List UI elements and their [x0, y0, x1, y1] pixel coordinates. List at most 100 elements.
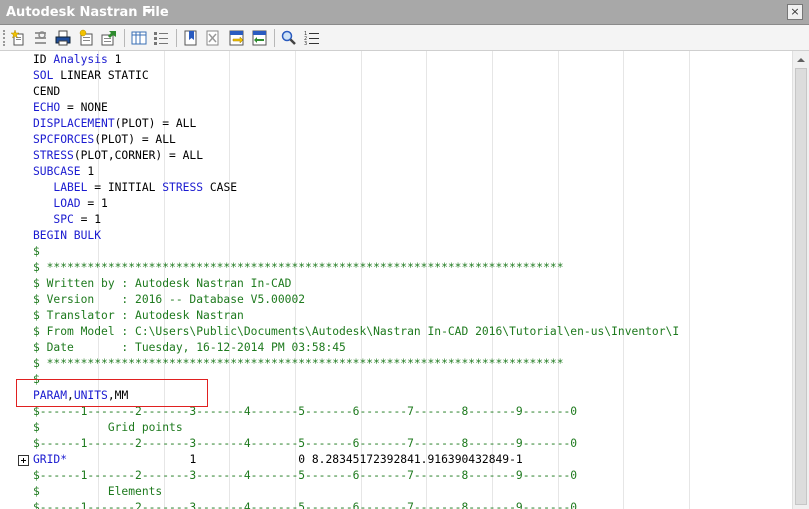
- import-button[interactable]: [77, 28, 97, 48]
- code-line: $ Written by : Autodesk Nastran In-CAD: [33, 276, 291, 292]
- close-button[interactable]: ×: [787, 4, 803, 20]
- goto-previous-button[interactable]: [227, 28, 247, 48]
- code-line: GRID* 1 0 8.28345172392841.916390432849-…: [33, 452, 523, 468]
- nastran-text-editor[interactable]: ID Analysis 1 SOL LINEAR STATIC CEND ECHO =…: [0, 51, 792, 509]
- code-token: = 1: [73, 213, 102, 226]
- code-line: $ Version : 2016 -- Database V5.00002: [33, 292, 305, 308]
- code-token: 1 0 8.28345172392841.916390432849-1: [67, 453, 523, 466]
- columns-icon: [131, 31, 147, 45]
- code-token: $ **************************************…: [33, 357, 564, 370]
- code-token: $ Grid points: [33, 421, 183, 434]
- code-line: $ Grid points: [33, 420, 183, 436]
- code-line: $------1-------2-------3-------4-------5…: [33, 500, 577, 509]
- code-line: ECHO = NONE: [33, 100, 108, 116]
- code-line: $ Date : Tuesday, 16-12-2014 PM 03:58:45: [33, 340, 346, 356]
- code-line: $------1-------2-------3-------4-------5…: [33, 436, 577, 452]
- code-token: DISPLACEMENT: [33, 117, 115, 130]
- clear-button[interactable]: [203, 28, 223, 48]
- options-button[interactable]: [31, 28, 51, 48]
- code-line: STRESS(PLOT,CORNER) = ALL: [33, 148, 203, 164]
- bookmark-button[interactable]: [181, 28, 201, 48]
- code-token: SPCFORCES: [33, 133, 95, 146]
- toolbar-separator: [176, 29, 177, 47]
- code-token: = 1: [80, 197, 108, 210]
- toolbar-separator: [274, 29, 275, 47]
- code-token: CASE: [203, 181, 238, 194]
- search-button[interactable]: [279, 28, 299, 48]
- goto-next-button[interactable]: [249, 28, 269, 48]
- editor-gutter: [0, 51, 28, 509]
- highlight-box: [16, 379, 208, 407]
- code-token: = NONE: [60, 101, 108, 114]
- code-token: Analysis: [53, 53, 108, 66]
- code-token: $------1-------2-------3-------4-------5…: [33, 469, 578, 482]
- code-line: CEND: [33, 84, 60, 100]
- code-token: (PLOT) = ALL: [94, 133, 176, 146]
- numbered-list-button[interactable]: 1 2 3: [302, 28, 322, 48]
- code-line: BEGIN BULK: [33, 228, 101, 244]
- new-file-button[interactable]: [9, 28, 29, 48]
- code-line: SPCFORCES(PLOT) = ALL: [33, 132, 176, 148]
- search-icon: [281, 30, 296, 45]
- code-token: $ Elements: [33, 485, 163, 498]
- code-token: (PLOT) = ALL: [114, 117, 197, 130]
- goto-next-icon: [252, 30, 267, 46]
- code-line: $ **************************************…: [33, 356, 564, 372]
- print-icon: [55, 30, 71, 46]
- code-line: $ Elements: [33, 484, 162, 500]
- code-token: $ Written by : Autodesk Nastran In-CAD: [33, 277, 292, 290]
- code-token: $ **************************************…: [33, 261, 564, 274]
- code-line: $: [33, 244, 40, 260]
- toolbar-grip[interactable]: [3, 30, 7, 46]
- code-token: $------1-------2-------3-------4-------5…: [33, 437, 578, 450]
- code-token: ID: [33, 53, 54, 66]
- code-token: STRESS: [33, 149, 74, 162]
- scrollbar-thumb[interactable]: [795, 68, 807, 505]
- options-icon: [35, 31, 46, 44]
- vertical-scrollbar[interactable]: [792, 51, 809, 509]
- code-line: SOL LINEAR STATIC: [33, 68, 149, 84]
- code-token: $ From Model : C:\Users\Public\Documents…: [33, 325, 680, 338]
- code-token: ECHO: [33, 101, 61, 114]
- code-line: $ **************************************…: [33, 260, 564, 276]
- code-line: $------1-------2-------3-------4-------5…: [33, 468, 577, 484]
- code-line: $ From Model : C:\Users\Public\Documents…: [33, 324, 679, 340]
- toolbar-separator: [124, 29, 125, 47]
- code-token: $ Date : Tuesday, 16-12-2014 PM 03:58:45: [33, 341, 346, 354]
- scroll-up-arrow-icon[interactable]: [793, 51, 809, 68]
- code-token: SPC: [53, 213, 74, 226]
- code-line: $ Translator : Autodesk Nastran: [33, 308, 244, 324]
- code-token: STRESS: [162, 181, 204, 194]
- window-title-bar: Autodesk Nastran File ×: [0, 0, 809, 25]
- export-button[interactable]: [99, 28, 119, 48]
- code-token: 1: [107, 53, 122, 66]
- code-token: LINEAR STATIC: [53, 69, 149, 82]
- code-token: BEGIN BULK: [33, 229, 102, 242]
- bookmark-icon: [184, 30, 197, 46]
- import-icon: [79, 29, 93, 46]
- print-button[interactable]: [53, 28, 73, 48]
- code-line: DISPLACEMENT(PLOT) = ALL: [33, 116, 196, 132]
- toolbar: 1 2 3: [0, 25, 809, 51]
- list-view-button[interactable]: [151, 28, 171, 48]
- code-token: $ Translator : Autodesk Nastran: [33, 309, 244, 322]
- list-view-icon: [154, 32, 168, 45]
- columns-button[interactable]: [129, 28, 149, 48]
- svg-text:3: 3: [304, 41, 307, 47]
- title-dropdown-icon[interactable]: [145, 9, 153, 14]
- code-token: SUBCASE: [33, 165, 81, 178]
- code-line: LOAD = 1: [33, 196, 108, 212]
- numbered-list-icon: 1 2 3: [304, 31, 319, 47]
- code-token: 1: [80, 165, 95, 178]
- export-icon: [101, 31, 116, 46]
- code-token: SOL: [33, 69, 54, 82]
- column-guide: [689, 51, 690, 509]
- code-token: CEND: [33, 85, 61, 98]
- expand-collapse-icon[interactable]: [18, 455, 29, 466]
- code-line: SPC = 1: [33, 212, 101, 228]
- code-token: LOAD: [53, 197, 81, 210]
- code-token: $ Version : 2016 -- Database V5.00002: [33, 293, 306, 306]
